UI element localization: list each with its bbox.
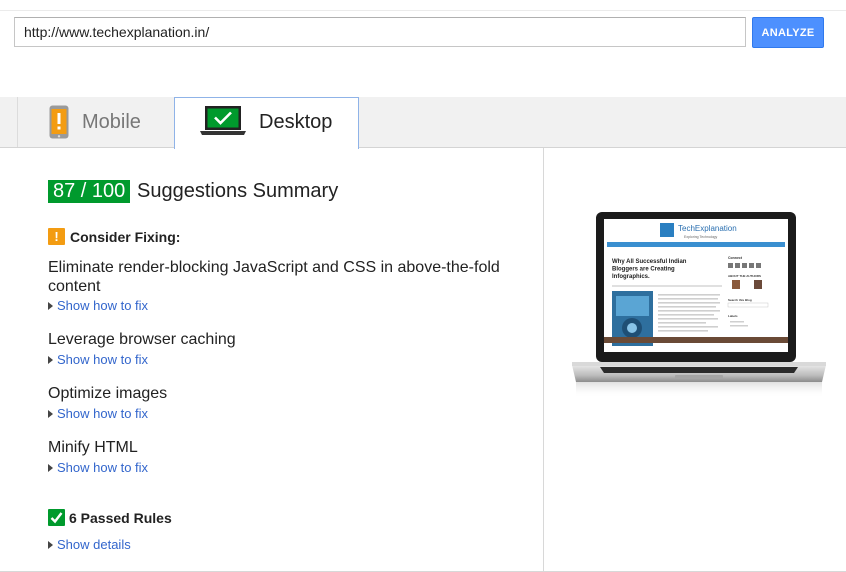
show-how-to-fix-link-render-blocking[interactable]: Show how to fix [48,298,148,313]
expand-triangle-icon [48,302,53,310]
panel-divider [543,148,544,572]
link-label: Show how to fix [57,298,149,313]
site-logo-icon [660,223,674,237]
rule-title-render-blocking: Eliminate render-blocking JavaScript and… [48,259,500,295]
expand-triangle-icon [48,356,53,364]
score-badge: 87 / 100 [48,180,131,203]
check-mark-icon [50,512,63,524]
preview-sidebar-authors: ABOUT THE AUTHORS [728,274,761,278]
link-label: Show details [57,537,131,552]
expand-triangle-icon [48,410,53,418]
phone-warning-icon [49,105,69,139]
analyze-button[interactable]: ANALYZE [752,17,824,48]
link-label: Show how to fix [57,352,149,367]
preview-site-name: TechExplanation [678,224,737,233]
laptop-check-icon [200,106,246,135]
desktop-screenshot-preview: TechExplanation Exploring Technology Why… [572,212,826,398]
link-label: Show how to fix [57,406,149,421]
check-icon [48,509,65,526]
link-label: Show how to fix [57,460,149,475]
rule-title-optimize-images: Optimize images [48,385,168,402]
top-divider [0,10,846,11]
preview-site-tagline: Exploring Technology [684,235,717,239]
summary-title: Suggestions Summary [137,180,339,202]
tab-mobile-label: Mobile [82,111,141,133]
warning-icon: ! [48,228,65,245]
preview-sidebar-connect: Connect [728,256,743,260]
rule-title-browser-caching: Leverage browser caching [48,331,236,348]
show-how-to-fix-link-optimize-images[interactable]: Show how to fix [48,406,148,421]
tab-bar-divider [0,147,846,148]
tab-desktop-label: Desktop [259,111,333,133]
expand-triangle-icon [48,464,53,472]
rule-title-minify-html: Minify HTML [48,439,138,456]
show-details-link[interactable]: Show details [48,537,131,552]
preview-sidebar-labels: Labels [728,314,738,318]
consider-fixing-heading: Consider Fixing: [70,229,181,245]
passed-rules-heading: 6 Passed Rules [69,510,172,526]
preview-sidebar-search: Search this Blog [728,298,752,302]
show-how-to-fix-link-minify-html[interactable]: Show how to fix [48,460,148,475]
url-input[interactable] [14,17,746,47]
tab-desktop[interactable]: Desktop [174,97,359,149]
expand-triangle-icon [48,541,53,549]
show-how-to-fix-link-browser-caching[interactable]: Show how to fix [48,352,148,367]
tab-mobile[interactable]: Mobile [17,97,173,147]
